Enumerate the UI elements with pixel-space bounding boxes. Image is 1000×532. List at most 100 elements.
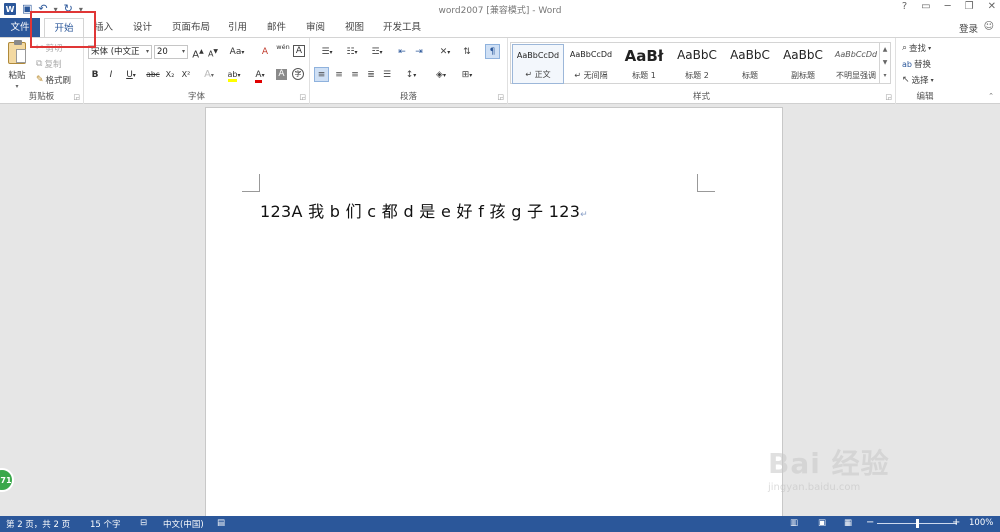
paste-button[interactable]: 粘贴 ▾ [8,40,26,90]
clear-formatting-button[interactable]: A [258,45,272,59]
underline-button[interactable]: U▾ [122,68,140,82]
style-normal[interactable]: AaBbCcDd ↵ 正文 [512,44,564,84]
enclose-characters-button[interactable]: 字 [292,68,304,80]
justify-button[interactable]: ≣ [364,68,378,82]
print-layout-icon[interactable]: ▣ [818,518,826,528]
style-heading-1[interactable]: AaBł 标题 1 [618,44,670,84]
distributed-button[interactable]: ☰ [380,68,394,82]
align-right-button[interactable]: ≡ [348,68,362,82]
scroll-down-icon[interactable]: ▼ [880,56,890,69]
style-sample: AaBbC [730,48,770,62]
font-size-combo[interactable]: 20 ▾ [154,45,188,59]
read-mode-icon[interactable]: ▥ [790,518,798,528]
find-button[interactable]: ⌕ 查找 ▾ [902,42,931,54]
document-text[interactable]: 123A 我 b 们 c 都 d 是 e 好 f 孩 g 子 123↵ [260,198,588,222]
italic-button[interactable]: I [106,68,116,82]
word-count-status[interactable]: 15 个字 [90,518,121,530]
help-icon[interactable]: ? [902,1,907,12]
page-count-status[interactable]: 第 2 页，共 2 页 [6,518,70,530]
phonetic-guide-button[interactable]: wén [275,43,291,57]
chevron-down-icon: ▾ [132,72,136,79]
copy-icon: ⧉ [36,59,43,69]
character-shading-button[interactable]: A [276,69,287,80]
tab-mailings[interactable]: 邮件 [267,18,286,37]
language-status[interactable]: 中文(中国) [163,518,204,530]
replace-button[interactable]: ab 替换 [902,58,931,71]
styles-gallery-scroll[interactable]: ▲ ▼ ▾ [880,42,891,84]
highlight-color-button[interactable]: ab▾ [224,68,244,82]
sort-icon: ⇅ [463,47,471,57]
collapse-ribbon-icon[interactable]: ⌃ [988,92,994,100]
style-subtitle[interactable]: AaBbC 副标题 [777,44,829,84]
window-title: word2007 [兼容模式] - Word [438,6,562,16]
sort-button[interactable]: ⇅ [460,45,474,59]
strikethrough-label: abc [146,70,160,79]
clipboard-launcher-icon[interactable]: ◲ [73,93,80,101]
style-sample: AaBbCcDd [516,51,560,60]
style-title[interactable]: AaBbC 标题 [724,44,776,84]
change-case-button[interactable]: Aa▾ [227,45,247,59]
select-button[interactable]: ↖ 选择 ▾ [902,74,934,86]
text-effects-button[interactable]: A▾ [200,68,218,82]
ribbon-display-icon[interactable]: ▭ [921,1,930,12]
superscript-button[interactable]: X² [180,68,192,82]
web-layout-icon[interactable]: ▦ [844,518,852,528]
gallery-more-icon[interactable]: ▾ [880,69,890,82]
cursor-icon: ↖ [902,75,910,85]
zoom-slider-thumb[interactable] [915,519,919,528]
show-formatting-marks-button[interactable]: ¶ [485,44,500,59]
tab-review[interactable]: 审阅 [306,18,325,37]
zoom-out-button[interactable]: − [866,517,874,528]
increase-indent-button[interactable]: ⇥ [412,45,426,59]
styles-launcher-icon[interactable]: ◲ [885,93,892,101]
style-no-spacing[interactable]: AaBbCcDd ↵ 无间隔 [565,44,617,84]
feedback-smiley-icon[interactable]: ☺ [984,21,994,32]
style-name: 副标题 [791,71,815,80]
strikethrough-button[interactable]: abc [146,68,160,82]
sign-in-link[interactable]: 登录 [959,21,978,35]
align-left-button[interactable]: ≡ [314,67,329,82]
close-icon[interactable]: ✕ [988,1,996,12]
minimize-icon[interactable]: ─ [945,1,951,12]
tab-references[interactable]: 引用 [228,18,247,37]
tab-design[interactable]: 设计 [133,18,152,37]
clear-formatting-label: A [261,47,269,57]
tab-view[interactable]: 视图 [345,18,364,37]
style-subtle-emphasis[interactable]: AaBbCcDd 不明显强调 [830,44,882,84]
style-heading-2[interactable]: AaBbC 标题 2 [671,44,723,84]
tab-page-layout[interactable]: 页面布局 [172,18,210,37]
margin-corner-top-right [697,174,715,192]
borders-button[interactable]: ⊞▾ [456,68,478,82]
zoom-level[interactable]: 100% [969,518,993,528]
copy-button[interactable]: ⧉ 复制 [36,58,61,70]
decrease-indent-button[interactable]: ⇤ [395,45,409,59]
chinese-layout-button[interactable]: ✕▾ [434,45,456,59]
format-painter-button[interactable]: ✎ 格式刷 [36,74,71,86]
tab-insert[interactable]: 插入 [94,18,113,37]
font-color-button[interactable]: A▾ [250,68,270,83]
tab-developer[interactable]: 开发工具 [383,18,421,37]
font-name-combo[interactable]: 宋体 (中文正 ▾ [88,45,152,59]
multilevel-list-button[interactable]: ☲▾ [366,45,388,59]
shrink-font-button[interactable]: A▼ [207,45,219,59]
character-border-label: A [295,46,303,56]
character-border-button[interactable]: A [293,45,305,57]
subscript-button[interactable]: X₂ [164,68,176,82]
scroll-up-icon[interactable]: ▲ [880,43,890,56]
line-spacing-button[interactable]: ↕▾ [400,68,422,82]
chevron-down-icon: ▾ [413,72,417,79]
numbering-button[interactable]: ☷▾ [341,45,363,59]
restore-icon[interactable]: ❐ [965,1,974,12]
align-center-button[interactable]: ≡ [332,68,346,82]
paragraph-launcher-icon[interactable]: ◲ [497,93,504,101]
bullets-button[interactable]: ☰▾ [316,45,338,59]
bold-button[interactable]: B [90,68,100,82]
grow-font-button[interactable]: A▲ [192,45,204,60]
macro-record-icon[interactable]: ▤ [217,518,225,528]
document-page[interactable]: 123A 我 b 们 c 都 d 是 e 好 f 孩 g 子 123↵ [205,107,783,527]
zoom-slider[interactable] [877,519,957,528]
font-launcher-icon[interactable]: ◲ [299,93,306,101]
zoom-in-button[interactable]: + [952,517,960,528]
shading-button[interactable]: ◈▾ [430,68,452,82]
proofing-icon[interactable]: ⊟ [140,518,147,528]
